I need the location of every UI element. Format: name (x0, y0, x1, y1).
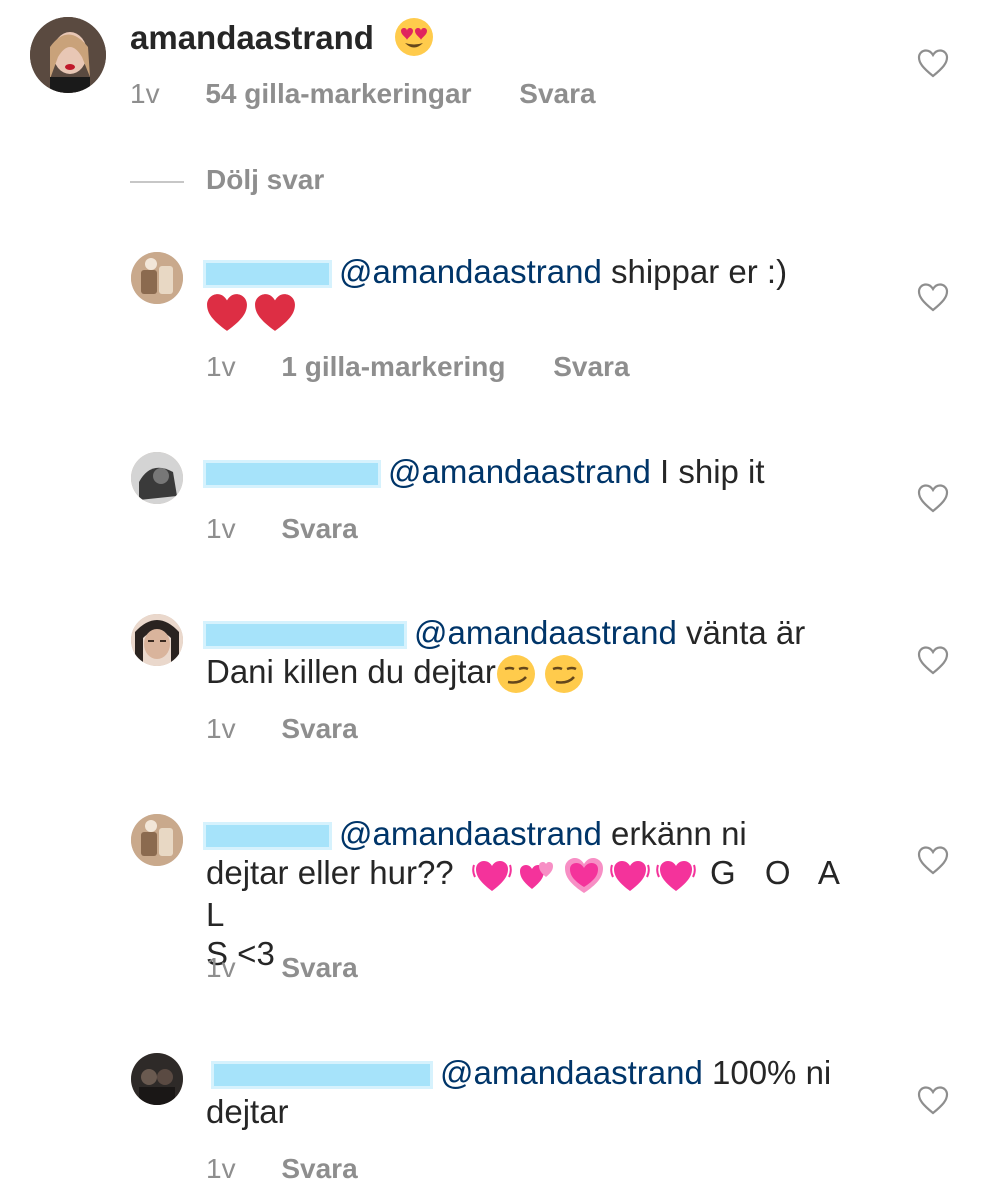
reply-body-line1: 100% ni (712, 1054, 832, 1091)
like-heart-icon[interactable] (917, 1085, 949, 1115)
reply-text: @amandaastrand I ship it (206, 452, 866, 491)
reply-meta: 1v Svara (206, 713, 358, 745)
reply-meta: 1v Svara (206, 513, 358, 545)
mention-link[interactable]: @amandaastrand (414, 614, 677, 651)
comment-meta: 1v 54 gilla-markeringar Svara (130, 78, 596, 110)
mention-link[interactable]: @amandaastrand (339, 253, 602, 290)
redacted-username (214, 1064, 430, 1087)
reply-button[interactable]: Svara (553, 351, 629, 382)
reply-meta: 1v Svara (206, 952, 358, 984)
reply-time: 1v (206, 1153, 236, 1184)
like-heart-icon[interactable] (917, 48, 949, 78)
reply-body-line2: dejtar (206, 1093, 289, 1130)
reply-text: @amandaastrand shippar er :) (206, 252, 866, 333)
reply-avatar[interactable] (131, 1053, 183, 1105)
smirking-face-emoji-icon (496, 654, 536, 694)
reply-avatar[interactable] (131, 252, 183, 304)
like-heart-icon[interactable] (917, 645, 949, 675)
reply-avatar[interactable] (131, 614, 183, 666)
reply-body-line2: dejtar eller hur?? (206, 854, 454, 891)
reply-meta: 1v 1 gilla-markering Svara (206, 351, 630, 383)
beating-heart-emoji-icon (472, 855, 512, 895)
redacted-username (206, 624, 404, 647)
reply-text: @amandaastrand 100% ni dejtar (206, 1053, 866, 1131)
reply-body: I ship it (660, 453, 765, 490)
reply-body-line2: Dani killen du dejtar (206, 653, 496, 690)
reply-body-line1: vänta är (686, 614, 806, 651)
reply-body-line1: erkänn ni (611, 815, 747, 852)
revolving-hearts-emoji-icon (518, 855, 558, 895)
heart-eyes-emoji-icon (394, 17, 434, 57)
reply-avatar[interactable] (131, 814, 183, 866)
like-heart-icon[interactable] (917, 282, 949, 312)
reply-body: shippar er :) (611, 253, 788, 290)
reply-time: 1v (206, 952, 236, 983)
avatar-amandaastrand[interactable] (30, 17, 106, 93)
beating-heart-emoji-icon (610, 855, 650, 895)
reply-button[interactable]: Svara (281, 952, 357, 983)
mention-link[interactable]: @amandaastrand (339, 815, 602, 852)
redacted-username (206, 263, 329, 286)
red-heart-emoji-icon (254, 293, 296, 333)
reply-text: @amandaastrand erkänn ni dejtar eller hu… (206, 814, 866, 973)
reply-button[interactable]: Svara (281, 713, 357, 744)
beating-heart-emoji-icon (656, 855, 696, 895)
comment-likes[interactable]: 54 gilla-markeringar (205, 78, 471, 109)
reply-time: 1v (206, 351, 236, 382)
reply-button[interactable]: Svara (281, 513, 357, 544)
mention-link[interactable]: @amandaastrand (440, 1054, 703, 1091)
redacted-username (206, 463, 378, 486)
reply-likes[interactable]: 1 gilla-markering (281, 351, 505, 382)
hide-replies-divider (130, 181, 184, 183)
like-heart-icon[interactable] (917, 845, 949, 875)
like-heart-icon[interactable] (917, 483, 949, 513)
reply-text: @amandaastrand vänta är Dani killen du d… (206, 613, 866, 694)
growing-heart-emoji-icon (564, 855, 604, 895)
reply-meta: 1v Svara (206, 1153, 358, 1185)
mention-link[interactable]: @amandaastrand (388, 453, 651, 490)
comment-username[interactable]: amandaastrand (130, 19, 374, 57)
comment-time: 1v (130, 78, 160, 109)
reply-time: 1v (206, 713, 236, 744)
reply-avatar[interactable] (131, 452, 183, 504)
reply-button[interactable]: Svara (281, 1153, 357, 1184)
smirking-face-emoji-icon (544, 654, 584, 694)
reply-time: 1v (206, 513, 236, 544)
reply-button[interactable]: Svara (519, 78, 595, 109)
red-heart-emoji-icon (206, 293, 248, 333)
hide-replies-button[interactable]: Dölj svar (206, 164, 324, 196)
redacted-username (206, 825, 329, 848)
